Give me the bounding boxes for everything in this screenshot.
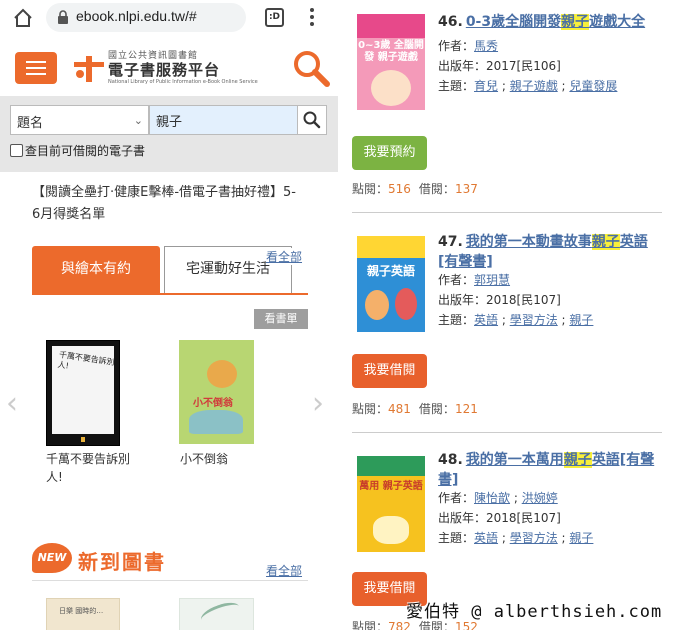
book-title[interactable]: 小不倒翁: [180, 450, 228, 467]
result-stats: 點閱：516 借閱：137: [352, 182, 478, 196]
book-cover[interactable]: 萬用 親子英語: [357, 456, 425, 552]
search-submit-button[interactable]: [297, 105, 327, 135]
url-text: ebook.nlpi.edu.tw/#: [76, 8, 197, 24]
book-cover-text: 日樂 國時的…: [59, 607, 104, 615]
book-cover-text: 親子英語: [366, 264, 415, 278]
available-only-checkbox[interactable]: [10, 144, 23, 157]
result-item: 0~3歲 全腦開發 親子遊戲 46. 0-3歲全腦開發親子遊戲大全 作者：馬秀 出…: [338, 0, 676, 220]
search-input[interactable]: 親子: [149, 105, 298, 135]
subject-link[interactable]: 學習方法: [510, 531, 558, 545]
available-only-filter[interactable]: 查目前可借閱的電子書: [10, 142, 145, 159]
more-options-icon[interactable]: [305, 6, 319, 30]
logo-line2: 電子書服務平台: [108, 61, 221, 79]
book-cover-text: 萬用 親子英語: [359, 481, 423, 492]
logo-line3: National Library of Public Information e…: [108, 79, 258, 85]
search-icon[interactable]: [292, 49, 330, 87]
result-author: 作者：郭玥慧: [438, 273, 511, 287]
subject-link[interactable]: 學習方法: [510, 313, 558, 327]
result-year: 出版年：2018[民107]: [438, 293, 561, 307]
result-subjects: 主題：英語 ; 學習方法 ; 親子: [438, 313, 594, 327]
new-arrivals-heading: 新到圖書: [78, 550, 166, 574]
right-panel: 0~3歲 全腦開發 親子遊戲 46. 0-3歲全腦開發親子遊戲大全 作者：馬秀 出…: [338, 0, 676, 630]
author-link[interactable]: 洪婉婷: [522, 491, 558, 505]
book-cover[interactable]: [179, 598, 254, 630]
book-cover-text: 小不倒翁: [193, 398, 233, 409]
result-year: 出版年：2017[民106]: [438, 59, 561, 73]
result-stats: 點閱：481 借閱：121: [352, 402, 478, 416]
booklist-button[interactable]: 看書單: [254, 309, 308, 329]
book-cover-text: 千萬不要告訴別人!: [57, 350, 116, 371]
result-author: 作者：馬秀: [438, 39, 499, 53]
new-badge-icon: NEW: [32, 543, 72, 573]
borrow-button[interactable]: 我要借閱: [352, 354, 427, 388]
search-panel: 題名 ⌄ 親子 查目前可借閱的電子書: [0, 96, 338, 172]
book-title[interactable]: 千萬不要告訴別人!: [46, 450, 146, 486]
announcement-link[interactable]: 【閱讀全壘打‧健康E擊棒-借電子書抽好禮】5-6月得獎名單: [32, 182, 302, 226]
subject-link[interactable]: 英語: [474, 313, 498, 327]
result-title[interactable]: 48. 我的第一本萬用親子英語[有聲書]: [438, 450, 663, 490]
tab-picture-books[interactable]: 與繪本有約: [32, 246, 160, 293]
subject-link[interactable]: 親子: [569, 313, 593, 327]
reserve-button[interactable]: 我要預約: [352, 136, 427, 170]
see-all-new-link[interactable]: 看全部: [266, 562, 302, 579]
result-subjects: 主題：英語 ; 學習方法 ; 親子: [438, 531, 594, 545]
divider: [352, 432, 662, 433]
hamburger-menu-button[interactable]: [15, 52, 57, 84]
address-bar[interactable]: ebook.nlpi.edu.tw/#: [46, 3, 246, 32]
book-cover[interactable]: 0~3歲 全腦開發 親子遊戲: [357, 14, 425, 110]
available-only-label: 查目前可借閱的電子書: [25, 144, 146, 158]
home-icon[interactable]: [12, 7, 34, 29]
divider: [352, 212, 662, 213]
see-all-link[interactable]: 看全部: [266, 248, 303, 265]
chevron-down-icon: ⌄: [133, 114, 143, 127]
tab-switcher-icon[interactable]: :D: [265, 8, 284, 27]
result-item: 親子英語 47. 我的第一本動畫故事親子英語[有聲書] 作者：郭玥慧 出版年：20…: [338, 220, 676, 440]
logo-mark-icon: [74, 56, 104, 82]
browser-toolbar: ebook.nlpi.edu.tw/# :D: [0, 0, 338, 36]
site-header: 國立公共資訊圖書館 電子書服務平台 National Library of Pu…: [0, 36, 338, 96]
result-title[interactable]: 46. 0-3歲全腦開發親子遊戲大全: [438, 12, 663, 32]
book-cover[interactable]: 親子英語: [357, 236, 425, 332]
result-year: 出版年：2018[民107]: [438, 511, 561, 525]
tab-underline: [32, 293, 308, 295]
author-link[interactable]: 郭玥慧: [474, 273, 510, 287]
subject-link[interactable]: 英語: [474, 531, 498, 545]
result-subjects: 主題：育兒 ; 親子遊戲 ; 兒童發展: [438, 79, 618, 93]
book-cover[interactable]: 小不倒翁: [179, 340, 254, 444]
author-link[interactable]: 陳怡歆: [474, 491, 510, 505]
search-field-value: 題名: [17, 116, 44, 131]
lock-icon: [58, 10, 68, 24]
author-link[interactable]: 馬秀: [474, 39, 498, 53]
subject-link[interactable]: 親子: [569, 531, 593, 545]
result-title[interactable]: 47. 我的第一本動畫故事親子英語[有聲書]: [438, 232, 663, 272]
book-cover[interactable]: 日樂 國時的…: [46, 598, 120, 630]
subject-link[interactable]: 育兒: [474, 79, 498, 93]
search-field-select[interactable]: 題名 ⌄: [10, 105, 149, 135]
result-author: 作者：陳怡歆 ; 洪婉婷: [438, 491, 558, 505]
book-cover[interactable]: 千萬不要告訴別人!: [46, 340, 120, 446]
search-icon: [303, 111, 321, 129]
left-panel: ebook.nlpi.edu.tw/# :D 國立公共資訊圖書館 電子書服務平台…: [0, 0, 338, 630]
site-logo[interactable]: 國立公共資訊圖書館 電子書服務平台 National Library of Pu…: [72, 46, 258, 90]
subject-link[interactable]: 兒童發展: [569, 79, 617, 93]
book-cover-text: 0~3歲 全腦開發 親子遊戲: [358, 40, 424, 63]
watermark: 愛伯特 @ alberthsieh.com: [406, 602, 663, 622]
carousel-next-icon[interactable]: ›: [312, 386, 324, 421]
subject-link[interactable]: 親子遊戲: [510, 79, 558, 93]
carousel-prev-icon[interactable]: ‹: [6, 386, 18, 421]
divider: [32, 580, 308, 581]
